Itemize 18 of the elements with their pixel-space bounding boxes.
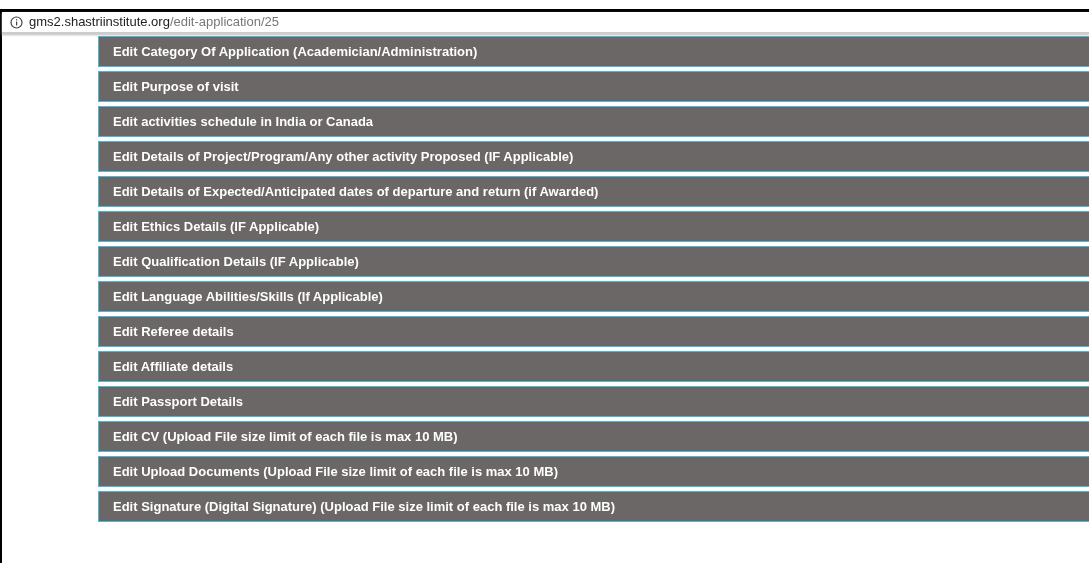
section-header[interactable]: Edit Affiliate details [98,351,1089,382]
section-header[interactable]: Edit Language Abilities/Skills (If Applicable) [98,281,1089,312]
section-header[interactable]: Edit Qualification Details (IF Applicable) [98,246,1089,277]
url-path: /edit-application/25 [169,14,280,30]
info-icon [10,15,23,29]
section-header[interactable]: Edit Referee details [98,316,1089,347]
section-header[interactable]: Edit Upload Documents (Upload File size limit of each file is max 10 MB) [98,456,1089,487]
section-header[interactable]: Edit Ethics Details (IF Applicable) [98,211,1089,242]
url-host: gms2.shastriinstitute.org [29,14,170,30]
section-header[interactable]: Edit Category Of Application (Academician/Administration) [98,36,1089,67]
section-header[interactable]: Edit CV (Upload File size limit of each file is max 10 MB) [98,421,1089,452]
section-header[interactable]: Edit activities schedule in India or Canada [98,106,1089,137]
address-bar[interactable]: gms2.shastriinstitute.org/edit-application/25 [2,12,1089,34]
section-header[interactable]: Edit Details of Project/Program/Any other activity Proposed (IF Applicable) [98,141,1089,172]
section-header[interactable]: Edit Signature (Digital Signature) (Upload File size limit of each file is max 10 MB) [98,491,1089,522]
section-header[interactable]: Edit Purpose of visit [98,71,1089,102]
section-header[interactable]: Edit Details of Expected/Anticipated dates of departure and return (if Awarded) [98,176,1089,207]
section-header[interactable]: Edit Passport Details [98,386,1089,417]
